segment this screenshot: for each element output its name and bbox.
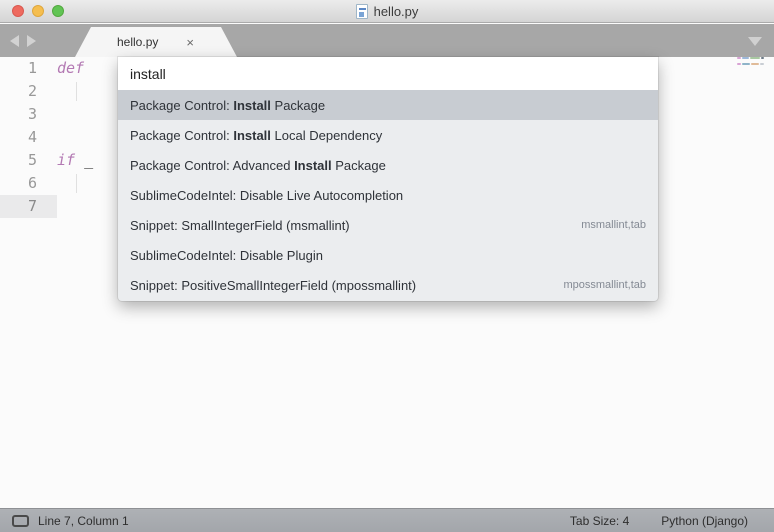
palette-item-label: Snippet: PositiveSmallIntegerField (mpos… — [130, 278, 551, 293]
palette-item-label: Snippet: SmallIntegerField (msmallint) — [130, 218, 569, 233]
line-number: 4 — [0, 126, 57, 149]
palette-item-label: SublimeCodeIntel: Disable Live Autocompl… — [130, 188, 646, 203]
palette-item-trigger: msmallint,tab — [581, 219, 646, 231]
nav-forward-icon[interactable] — [27, 35, 36, 47]
palette-item-trigger: mpossmallint,tab — [563, 279, 646, 291]
command-palette: Package Control: Install Package Package … — [118, 57, 658, 301]
tab-close-icon[interactable]: × — [186, 36, 194, 49]
minimap[interactable] — [737, 57, 769, 69]
palette-item-label: Package Control: Install Local Dependenc… — [130, 128, 646, 143]
traffic-lights — [12, 5, 64, 17]
palette-item-label: SublimeCodeIntel: Disable Plugin — [130, 248, 646, 263]
palette-item-label: Package Control: Advanced Install Packag… — [130, 158, 646, 173]
tab-bar: hello.py × — [0, 24, 774, 57]
line-number: 6 — [0, 172, 57, 195]
palette-item[interactable]: Snippet: SmallIntegerField (msmallint) ms… — [118, 210, 658, 240]
palette-item[interactable]: Package Control: Advanced Install Packag… — [118, 150, 658, 180]
window-title: hello.py — [374, 4, 419, 19]
cursor-position[interactable]: Line 7, Column 1 — [38, 514, 129, 528]
palette-item[interactable]: SublimeCodeIntel: Disable Plugin — [118, 240, 658, 270]
indent-guide — [76, 174, 77, 193]
panel-switcher-icon[interactable] — [12, 515, 29, 527]
line-number: 2 — [0, 80, 57, 103]
minimize-window-button[interactable] — [32, 5, 44, 17]
tab-hello-py[interactable]: hello.py × — [75, 27, 237, 57]
line-number: 7 — [0, 195, 57, 218]
palette-item[interactable]: SublimeCodeIntel: Disable Live Autocompl… — [118, 180, 658, 210]
tab-overflow-dropdown-icon[interactable] — [748, 37, 762, 46]
line-number: 3 — [0, 103, 57, 126]
palette-search-input[interactable] — [118, 57, 658, 90]
close-window-button[interactable] — [12, 5, 24, 17]
document-icon — [356, 4, 368, 19]
palette-results-list: Package Control: Install Package Package … — [118, 90, 658, 301]
nav-back-icon[interactable] — [10, 35, 19, 47]
palette-item[interactable]: Package Control: Install Local Dependenc… — [118, 120, 658, 150]
syntax-indicator[interactable]: Python (Django) — [661, 514, 748, 528]
indent-guide — [76, 82, 77, 101]
line-number: 5 — [0, 149, 57, 172]
title-bar: hello.py — [0, 0, 774, 23]
palette-item-label: Package Control: Install Package — [130, 98, 646, 113]
tab-size-indicator[interactable]: Tab Size: 4 — [570, 514, 629, 528]
palette-item-selected[interactable]: Package Control: Install Package — [118, 90, 658, 120]
status-bar: Line 7, Column 1 Tab Size: 4 Python (Dja… — [0, 508, 774, 532]
line-number: 1 — [0, 57, 57, 80]
tab-label: hello.py — [117, 35, 158, 49]
zoom-window-button[interactable] — [52, 5, 64, 17]
palette-item[interactable]: Snippet: PositiveSmallIntegerField (mpos… — [118, 270, 658, 300]
